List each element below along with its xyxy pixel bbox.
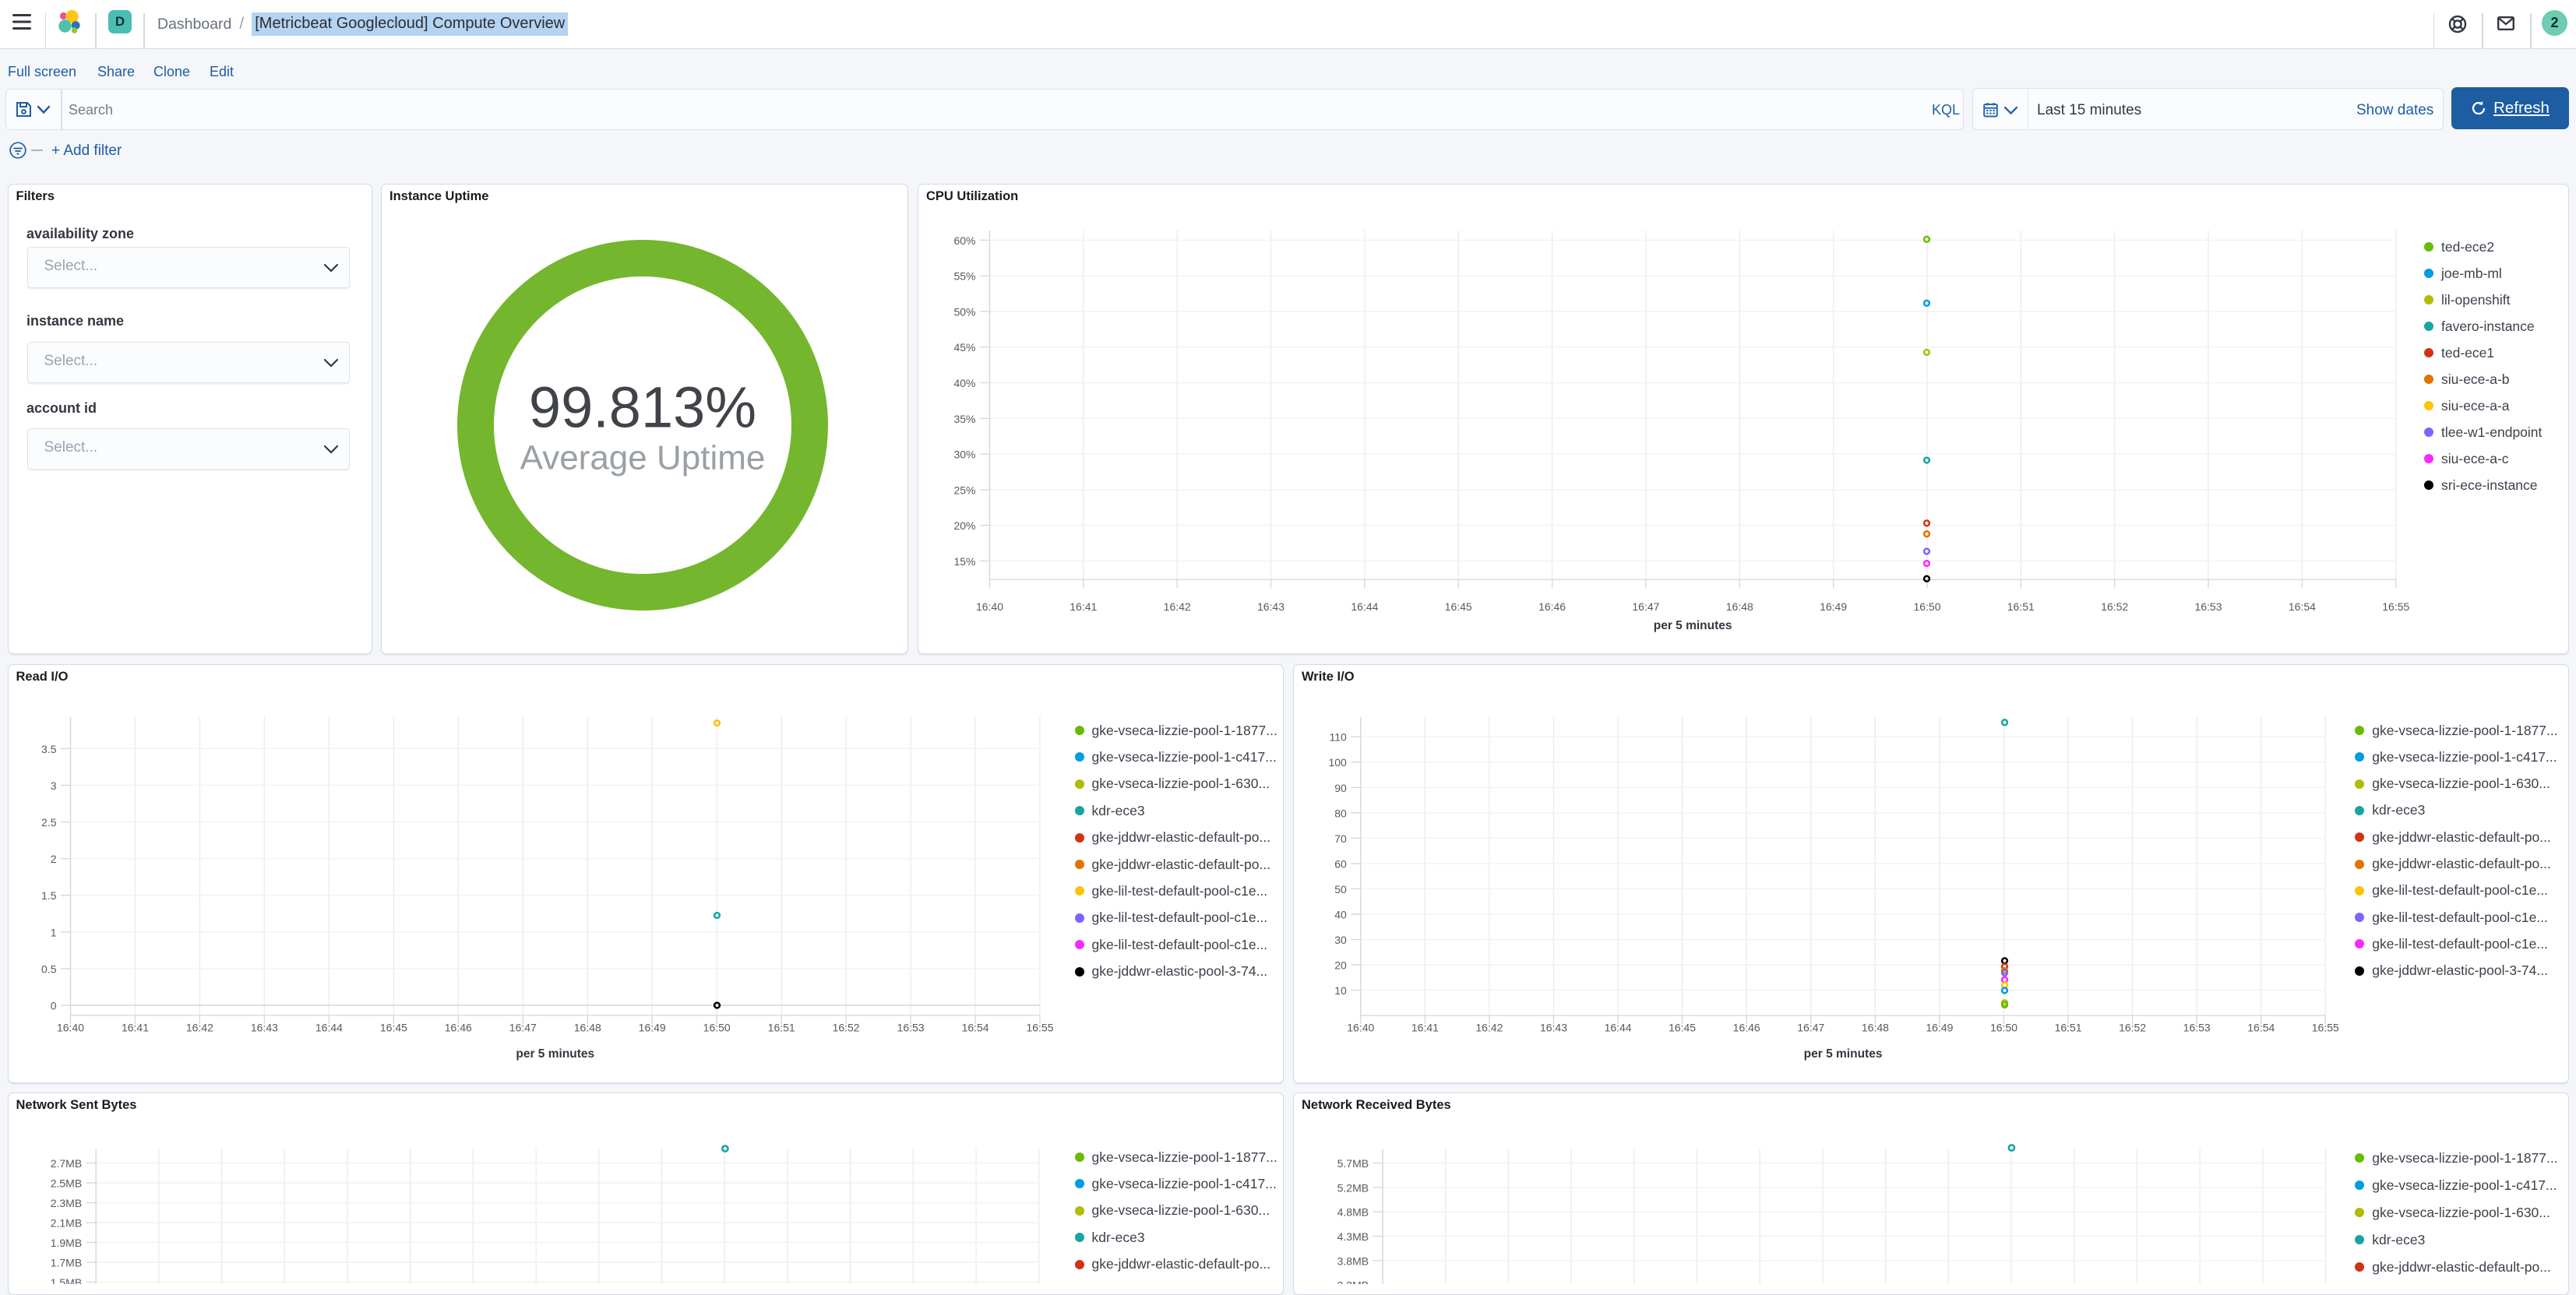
svg-text:1.5: 1.5 — [41, 889, 57, 902]
svg-text:16:41: 16:41 — [121, 1021, 148, 1033]
svg-text:4.8MB: 4.8MB — [1337, 1205, 1369, 1218]
svg-text:5.2MB: 5.2MB — [1337, 1181, 1369, 1194]
svg-text:16:43: 16:43 — [1540, 1021, 1567, 1033]
svg-text:30: 30 — [1334, 934, 1347, 946]
svg-text:16:48: 16:48 — [573, 1021, 601, 1033]
svg-text:100: 100 — [1328, 756, 1347, 769]
svg-text:16:51: 16:51 — [2055, 1021, 2082, 1033]
svg-text:2.3MB: 2.3MB — [50, 1197, 81, 1209]
svg-text:16:51: 16:51 — [2007, 600, 2035, 613]
svg-text:16:42: 16:42 — [1475, 1021, 1503, 1033]
svg-text:16:55: 16:55 — [1026, 1021, 1053, 1033]
svg-text:20: 20 — [1334, 959, 1347, 971]
svg-text:2.5: 2.5 — [41, 816, 57, 829]
svg-text:20%: 20% — [953, 519, 975, 532]
svg-text:2.7MB: 2.7MB — [50, 1157, 81, 1170]
svg-text:25%: 25% — [953, 484, 975, 496]
svg-text:45%: 45% — [953, 341, 975, 354]
svg-text:70: 70 — [1334, 832, 1347, 844]
svg-text:50%: 50% — [953, 306, 975, 318]
svg-text:16:45: 16:45 — [1445, 600, 1472, 613]
svg-text:16:52: 16:52 — [2119, 1021, 2146, 1033]
svg-text:16:44: 16:44 — [1605, 1021, 1632, 1033]
svg-text:16:42: 16:42 — [1164, 600, 1191, 613]
svg-text:16:45: 16:45 — [379, 1021, 407, 1033]
svg-text:2.1MB: 2.1MB — [50, 1216, 81, 1229]
svg-text:per 5 minutes: per 5 minutes — [516, 1047, 594, 1061]
svg-text:16:41: 16:41 — [1070, 600, 1097, 613]
svg-text:16:53: 16:53 — [2183, 1021, 2211, 1033]
svg-text:16:50: 16:50 — [1990, 1021, 2017, 1033]
svg-text:per 5 minutes: per 5 minutes — [1804, 1047, 1883, 1061]
svg-text:0: 0 — [50, 999, 56, 1012]
svg-text:16:50: 16:50 — [1913, 600, 1940, 613]
svg-text:16:47: 16:47 — [509, 1021, 536, 1033]
svg-text:40%: 40% — [953, 377, 975, 389]
svg-text:16:52: 16:52 — [832, 1021, 859, 1033]
svg-text:1.9MB: 1.9MB — [50, 1237, 81, 1249]
svg-text:16:42: 16:42 — [185, 1021, 213, 1033]
svg-text:16:43: 16:43 — [250, 1021, 277, 1033]
svg-text:30%: 30% — [953, 449, 975, 461]
svg-text:16:55: 16:55 — [2382, 600, 2409, 613]
svg-text:3: 3 — [50, 779, 56, 791]
svg-text:16:46: 16:46 — [1538, 600, 1566, 613]
svg-text:80: 80 — [1334, 807, 1347, 819]
svg-text:16:48: 16:48 — [1862, 1021, 1889, 1033]
svg-text:15%: 15% — [953, 555, 975, 568]
svg-text:16:53: 16:53 — [2194, 600, 2222, 613]
svg-text:60%: 60% — [953, 234, 975, 247]
svg-text:16:49: 16:49 — [638, 1021, 665, 1033]
svg-text:16:49: 16:49 — [1926, 1021, 1953, 1033]
svg-text:Average Uptime: Average Uptime — [520, 439, 766, 477]
svg-text:99.813%: 99.813% — [529, 375, 756, 440]
svg-text:16:46: 16:46 — [444, 1021, 471, 1033]
svg-text:16:54: 16:54 — [2247, 1021, 2275, 1033]
svg-text:1: 1 — [50, 926, 56, 938]
svg-text:16:46: 16:46 — [1733, 1021, 1760, 1033]
svg-text:1.5MB: 1.5MB — [50, 1276, 81, 1285]
svg-text:16:40: 16:40 — [56, 1021, 83, 1033]
svg-text:16:54: 16:54 — [2289, 600, 2316, 613]
svg-text:16:48: 16:48 — [1726, 600, 1753, 613]
svg-text:per 5 minutes: per 5 minutes — [1654, 619, 1732, 632]
svg-text:16:49: 16:49 — [1820, 600, 1847, 613]
svg-text:4.3MB: 4.3MB — [1337, 1230, 1369, 1243]
svg-text:55%: 55% — [953, 270, 975, 283]
svg-text:3.3MB: 3.3MB — [1337, 1279, 1369, 1284]
svg-text:2.5MB: 2.5MB — [50, 1177, 81, 1189]
svg-text:16:40: 16:40 — [1347, 1021, 1374, 1033]
svg-text:16:52: 16:52 — [2101, 600, 2128, 613]
svg-text:3.5: 3.5 — [41, 742, 57, 755]
svg-text:16:44: 16:44 — [315, 1021, 342, 1033]
svg-text:50: 50 — [1334, 882, 1347, 895]
svg-text:60: 60 — [1334, 857, 1347, 870]
svg-text:16:45: 16:45 — [1669, 1021, 1696, 1033]
svg-text:16:54: 16:54 — [961, 1021, 988, 1033]
svg-text:10: 10 — [1334, 984, 1347, 997]
svg-text:2: 2 — [50, 853, 56, 865]
svg-text:16:40: 16:40 — [976, 600, 1003, 613]
svg-text:16:44: 16:44 — [1351, 600, 1378, 613]
svg-text:16:43: 16:43 — [1257, 600, 1284, 613]
svg-text:90: 90 — [1334, 781, 1347, 794]
svg-text:16:50: 16:50 — [703, 1021, 730, 1033]
svg-text:0.5: 0.5 — [41, 962, 57, 975]
svg-text:16:47: 16:47 — [1632, 600, 1659, 613]
svg-text:16:47: 16:47 — [1797, 1021, 1824, 1033]
svg-text:3.8MB: 3.8MB — [1337, 1255, 1369, 1267]
svg-text:16:41: 16:41 — [1411, 1021, 1439, 1033]
svg-text:16:53: 16:53 — [897, 1021, 924, 1033]
svg-text:35%: 35% — [953, 413, 975, 425]
svg-text:16:51: 16:51 — [767, 1021, 795, 1033]
svg-text:5.7MB: 5.7MB — [1337, 1157, 1369, 1170]
svg-text:1.7MB: 1.7MB — [50, 1256, 81, 1269]
svg-text:110: 110 — [1329, 730, 1347, 743]
svg-text:40: 40 — [1334, 908, 1347, 920]
svg-text:16:55: 16:55 — [2312, 1021, 2339, 1033]
